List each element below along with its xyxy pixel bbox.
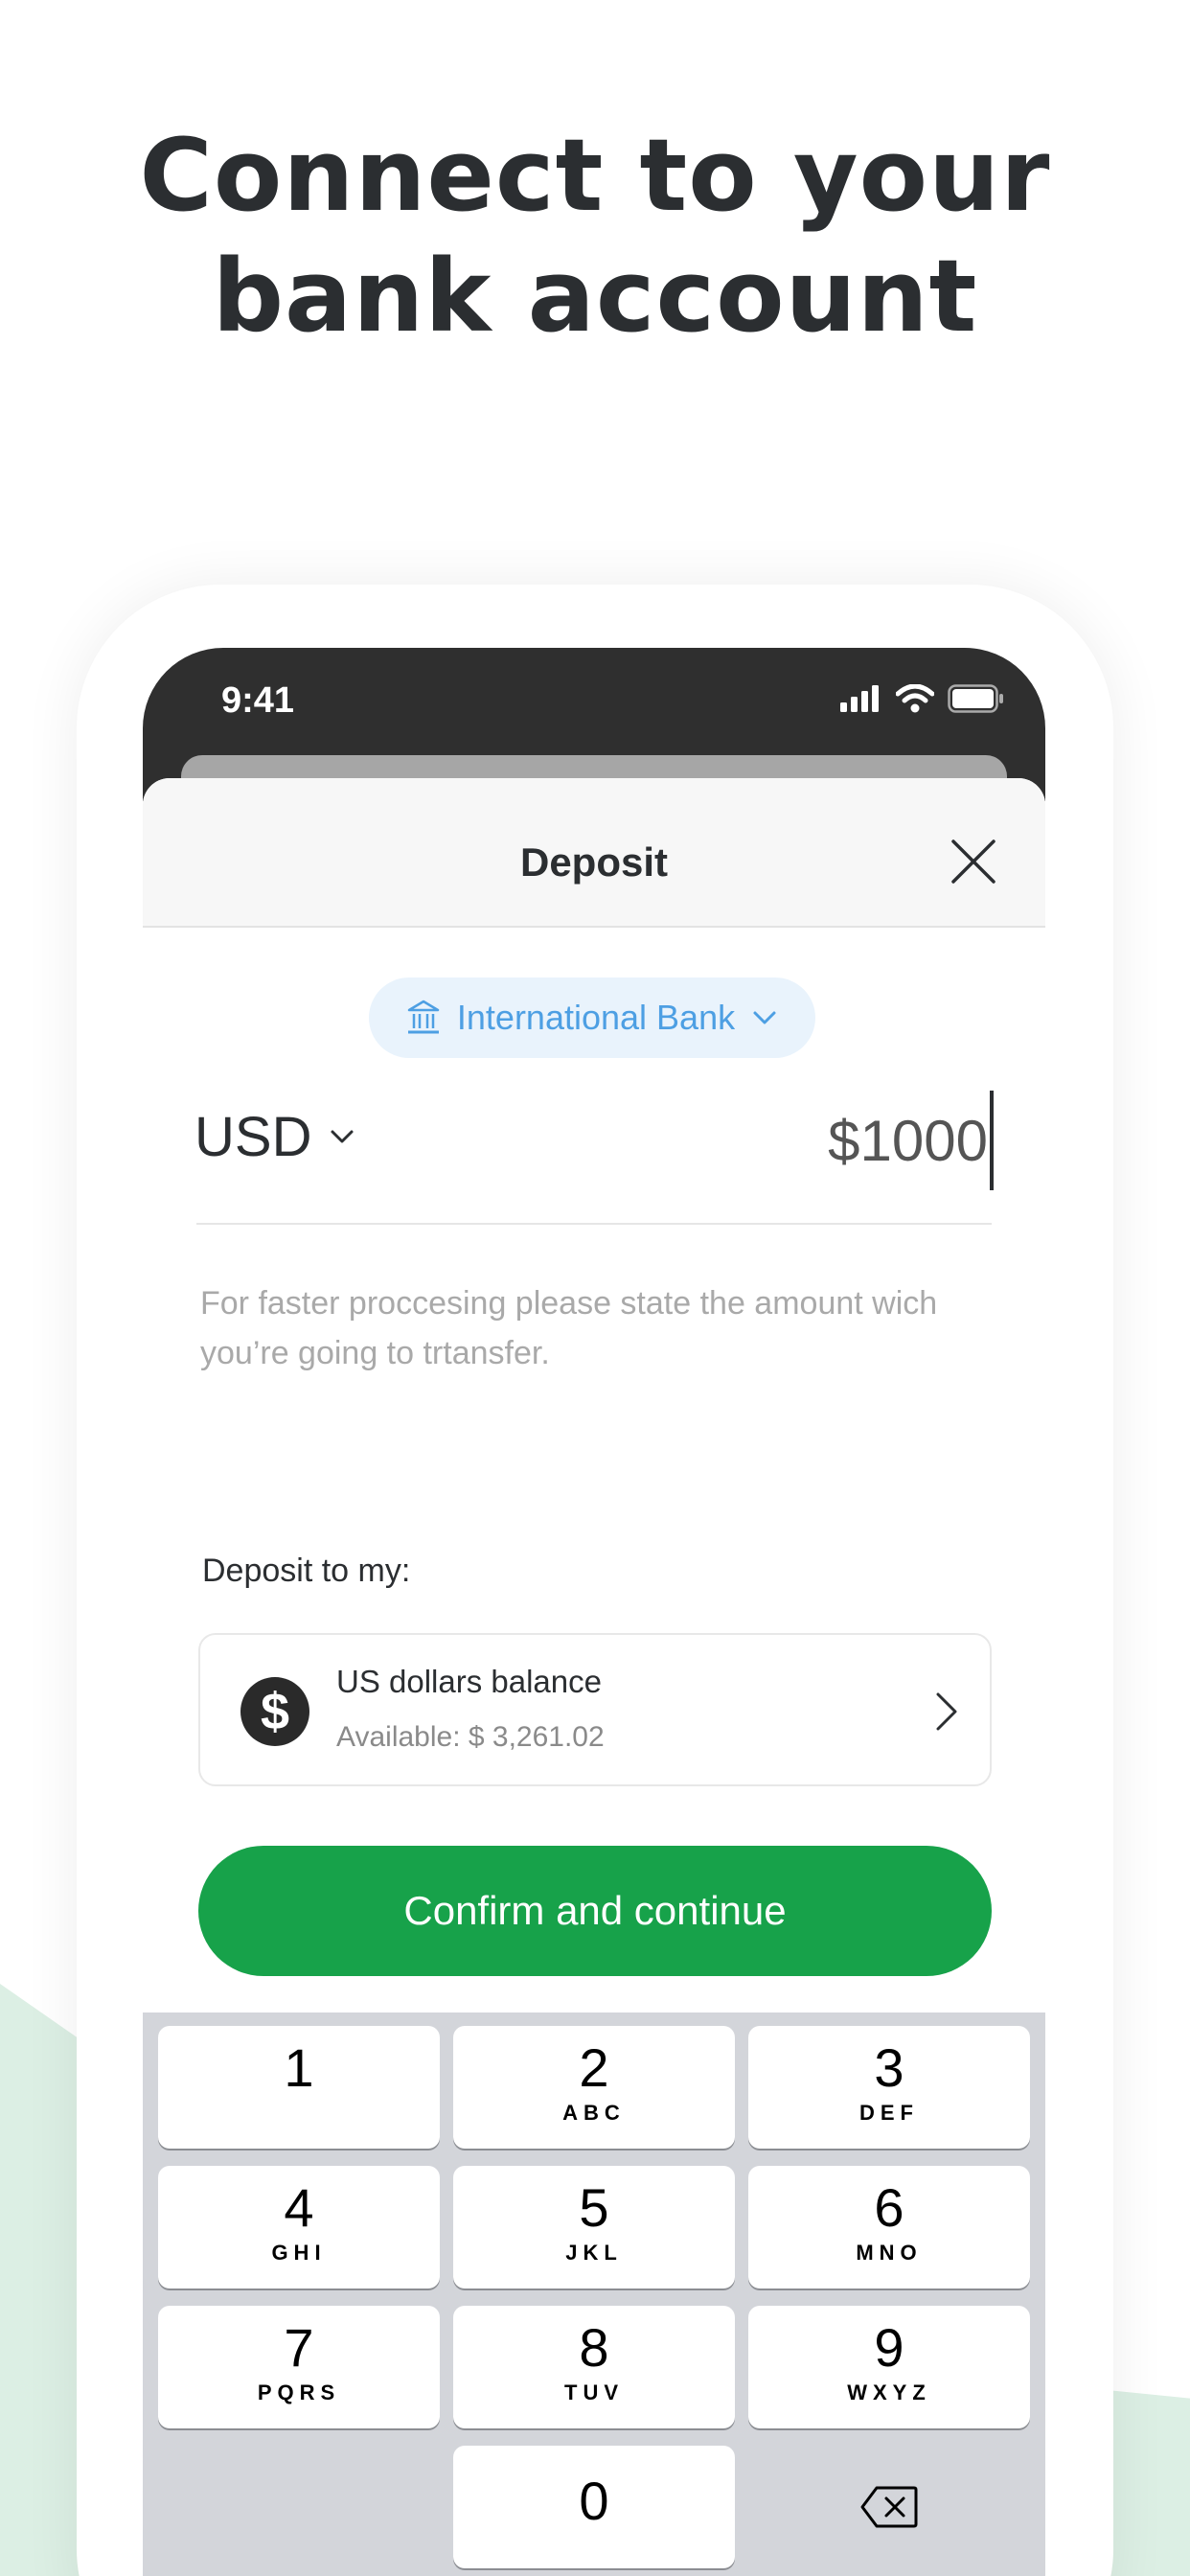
key-2[interactable]: 2 ABC [453,2026,735,2149]
amount-divider [196,1223,992,1225]
chevron-right-icon [936,1692,957,1731]
key-digit: 7 [284,2317,314,2378]
signal-icon [840,685,879,712]
key-digit: 3 [874,2037,904,2098]
key-letters: WXYZ [847,2380,931,2404]
key-8[interactable]: 8 TUV [453,2306,735,2428]
amount-value: $1000 [828,1108,988,1173]
key-7[interactable]: 7 PQRS [158,2306,440,2428]
key-digit: 9 [874,2317,904,2378]
chevron-down-icon [753,1011,776,1024]
currency-selector[interactable]: USD [195,1098,355,1175]
amount-input[interactable]: $1000 [828,1091,994,1190]
sheet-header: Deposit [143,778,1045,928]
key-digit: 2 [579,2037,609,2098]
key-letters: MNO [856,2241,923,2265]
balance-account-card[interactable]: $ US dollars balance Available: $ 3,261.… [198,1633,992,1786]
close-icon[interactable] [950,838,997,886]
backspace-icon [860,2486,918,2528]
text-caret [990,1091,994,1190]
bank-selector-label: International Bank [456,998,736,1037]
numeric-keypad: 1 2 ABC 3 DEF 4 GHI 5 JKL 6 MNO 7 PQRS 8… [143,2012,1045,2576]
key-letters: GHI [271,2241,327,2265]
deposit-to-label: Deposit to my: [202,1552,411,1589]
headline-line-1: Connect to your [139,117,1051,234]
key-digit: 5 [579,2177,609,2238]
key-digit: 0 [579,2471,609,2531]
amount-hint: For faster proccesing please state the a… [200,1285,938,1371]
key-digit: 6 [874,2177,904,2238]
key-digit: 8 [579,2317,609,2378]
key-letters: JKL [565,2241,623,2265]
key-5[interactable]: 5 JKL [453,2166,735,2288]
key-letters: PQRS [257,2380,341,2404]
key-6[interactable]: 6 MNO [748,2166,1030,2288]
deposit-sheet: Deposit International Bank USD $1000 For… [143,778,1045,2576]
status-time: 9:41 [221,680,295,721]
key-1[interactable]: 1 [158,2026,440,2149]
headline: Connect to your bank account [0,115,1190,356]
account-available: Available: $ 3,261.02 [336,1721,605,1753]
status-icons [840,684,1005,713]
headline-line-2: bank account [212,238,978,355]
bank-icon [407,1000,440,1034]
dollar-icon: $ [240,1677,309,1746]
confirm-button[interactable]: Confirm and continue [198,1846,992,1976]
battery-icon [948,684,1003,713]
key-0[interactable]: 0 [453,2446,735,2568]
currency-label: USD [195,1105,312,1168]
key-letters: TUV [564,2380,624,2404]
sheet-title: Deposit [519,840,668,885]
key-letters: ABC [562,2101,626,2125]
key-digit: 1 [284,2037,314,2098]
account-name: US dollars balance [336,1664,602,1699]
chevron-down-icon [331,1130,354,1143]
key-3[interactable]: 3 DEF [748,2026,1030,2149]
key-9[interactable]: 9 WXYZ [748,2306,1030,2428]
bank-selector[interactable]: International Bank [369,978,815,1058]
key-letters: DEF [859,2101,919,2125]
backspace-key[interactable] [748,2446,1030,2568]
wifi-icon [896,684,934,713]
phone-screen: 9:41 Deposit International Bank USD $100… [143,648,1045,2576]
key-4[interactable]: 4 GHI [158,2166,440,2288]
key-digit: 4 [284,2177,314,2238]
